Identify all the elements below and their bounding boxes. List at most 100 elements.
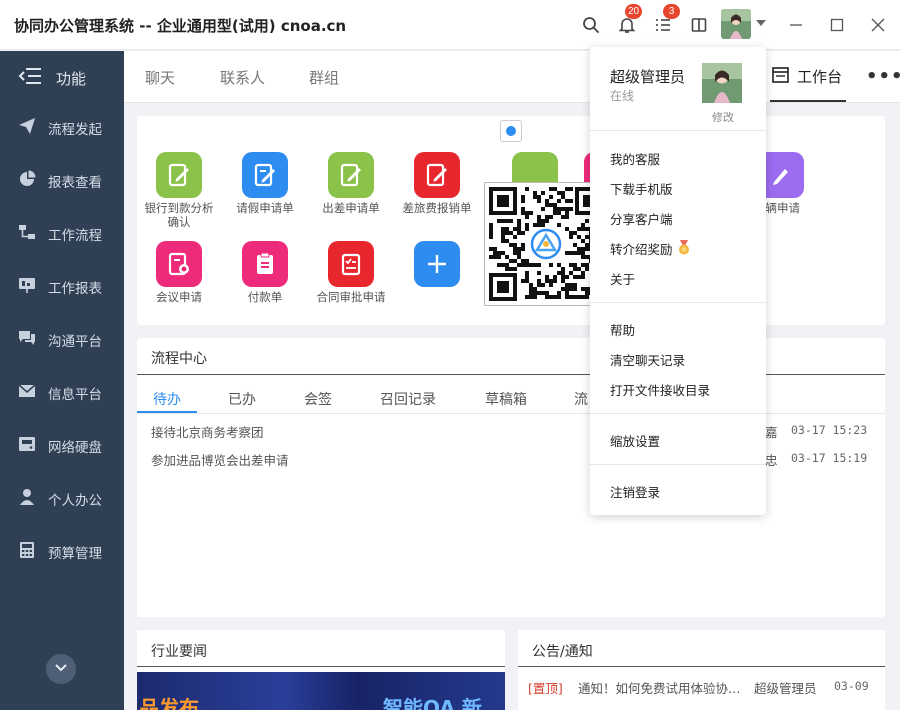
checklist-icon — [328, 241, 374, 287]
menu-item-download-mobile[interactable]: 下载手机版 — [610, 179, 673, 198]
minimize-button[interactable] — [784, 13, 808, 37]
close-button[interactable] — [866, 13, 890, 37]
app-label: 差旅费报销单 — [402, 201, 472, 215]
search-icon[interactable] — [579, 13, 603, 37]
divider — [137, 413, 885, 414]
sidebar-item-label: 流程发起 — [48, 122, 102, 138]
menu-item-help[interactable]: 帮助 — [610, 320, 635, 339]
app-label: 会议申请 — [156, 290, 202, 304]
banner-text: 智能OA 新 — [383, 696, 482, 710]
tab-drafts[interactable]: 草稿箱 — [485, 389, 527, 409]
menu-item-referral-reward[interactable]: 转介绍奖励 — [610, 239, 691, 258]
process-title: 参加进品博览会出差申请 — [151, 453, 289, 468]
menu-item-customer-service[interactable]: 我的客服 — [610, 149, 660, 168]
tab-chat[interactable]: 聊天 — [145, 67, 175, 88]
sidebar-header[interactable]: 功能 — [0, 51, 124, 105]
app-bank-receipt[interactable]: 银行到款分析确认 — [144, 152, 214, 229]
sidebar-item-label: 报表查看 — [48, 175, 102, 191]
user-name: 超级管理员 — [610, 68, 686, 86]
user-icon — [18, 488, 36, 510]
tab-groups[interactable]: 群组 — [309, 67, 339, 88]
app-meeting-request[interactable]: 会议申请 — [144, 241, 214, 304]
board-icon — [18, 276, 36, 298]
sidebar-item-label: 工作报表 — [48, 281, 102, 297]
tab-recall-records[interactable]: 召回记录 — [380, 389, 436, 409]
add-app-button[interactable] — [402, 241, 472, 287]
sidebar-expand-button[interactable] — [46, 654, 76, 684]
tab-contacts[interactable]: 联系人 — [220, 67, 265, 88]
sidebar-item-communication[interactable]: 沟通平台 — [0, 320, 124, 360]
user-avatar[interactable] — [721, 9, 751, 39]
news-banner[interactable]: 品发布 智能OA 新 — [137, 672, 505, 710]
sidebar-item-personal-office[interactable]: 个人办公 — [0, 479, 124, 519]
sidebar-item-information[interactable]: 信息平台 — [0, 373, 124, 413]
tab-todo[interactable]: 待办 — [153, 389, 181, 409]
news-title: 行业要闻 — [151, 644, 207, 660]
edit-form-icon — [328, 152, 374, 198]
banner-text: 品发布 — [139, 696, 199, 710]
divider — [590, 302, 766, 303]
app-title: 协同办公管理系统 -- 企业通用型(试用) cnoa.cn — [14, 17, 347, 35]
sidebar-item-workflow[interactable]: 工作流程 — [0, 214, 124, 254]
menu-item-logout[interactable]: 注销登录 — [610, 482, 660, 501]
sidebar-item-label: 网络硬盘 — [48, 440, 102, 456]
sidebar-item-label: 沟通平台 — [48, 334, 102, 350]
notice-author: 超级管理员 — [754, 681, 817, 696]
user-status: 在线 — [610, 89, 635, 103]
sidebar-item-label: 信息平台 — [48, 387, 102, 403]
divider — [590, 413, 766, 414]
tasks-badge: 3 — [663, 4, 680, 19]
active-tab-indicator — [770, 100, 846, 102]
workflow-icon — [18, 223, 36, 245]
tab-workbench[interactable]: 工作台 — [772, 66, 842, 87]
edit-form-icon — [414, 152, 460, 198]
user-avatar-large[interactable] — [702, 63, 742, 103]
tab-done[interactable]: 已办 — [228, 389, 256, 409]
divider — [137, 374, 885, 375]
book-icon[interactable] — [687, 13, 711, 37]
app-travel-expense[interactable]: 差旅费报销单 — [402, 152, 472, 215]
app-leave-request[interactable]: 请假申请单 — [230, 152, 300, 215]
app-label: 合同审批申请 — [316, 290, 386, 304]
send-icon — [18, 117, 36, 139]
more-icon[interactable]: ••• — [866, 66, 900, 87]
page-indicator[interactable] — [500, 120, 522, 142]
sidebar-item-budget[interactable]: 预算管理 — [0, 532, 124, 572]
medal-icon — [677, 239, 691, 258]
sidebar-item-process-start[interactable]: 流程发起 — [0, 108, 124, 148]
tab-workbench-label: 工作台 — [797, 68, 843, 86]
sidebar-item-reports-view[interactable]: 报表查看 — [0, 161, 124, 201]
clipboard-icon — [242, 241, 288, 287]
tab-process-more[interactable]: 流 — [574, 389, 588, 409]
menu-item-share-client[interactable]: 分享客户端 — [610, 209, 673, 228]
tab-countersign[interactable]: 会签 — [304, 389, 332, 409]
menu-item-about[interactable]: 关于 — [610, 269, 635, 288]
app-label: 银行到款分析确认 — [144, 201, 214, 229]
process-center-panel: 流程中心 待办 已办 会签 召回记录 草稿箱 流 接待北京商务考察团 嘉 03-… — [137, 338, 885, 617]
app-payment[interactable]: 付款单 — [230, 241, 300, 304]
app-business-trip[interactable]: 出差申请单 — [316, 152, 386, 215]
menu-item-zoom-settings[interactable]: 缩放设置 — [610, 431, 660, 450]
notice-text: 通知！如何免费试用体验协同办公 — [578, 681, 748, 696]
task-list-icon[interactable]: 3 — [651, 4, 680, 37]
sidebar-item-network-disk[interactable]: 网络硬盘 — [0, 426, 124, 466]
process-center-title: 流程中心 — [151, 351, 207, 367]
edit-profile-link[interactable]: 修改 — [712, 109, 734, 125]
maximize-button[interactable] — [825, 13, 849, 37]
sidebar-item-work-reports[interactable]: 工作报表 — [0, 267, 124, 307]
app-contract-approval[interactable]: 合同审批申请 — [316, 241, 386, 304]
disk-icon — [18, 435, 36, 457]
meeting-form-icon — [156, 241, 202, 287]
pinned-tag: [置顶] — [528, 681, 563, 696]
notifications-bell-icon[interactable]: 20 — [615, 4, 643, 37]
calculator-icon — [18, 541, 36, 563]
divider — [590, 464, 766, 465]
app-label: 请假申请单 — [236, 201, 294, 215]
chevron-down-icon[interactable] — [756, 20, 766, 26]
menu-item-open-file-folder[interactable]: 打开文件接收目录 — [610, 380, 710, 399]
user-dropdown-menu: 超级管理员 在线 修改 我的客服 下载手机版 分享客户端 转介绍奖励 关于 帮助… — [590, 47, 766, 515]
menu-item-clear-chat[interactable]: 清空聊天记录 — [610, 350, 685, 369]
process-title: 接待北京商务考察团 — [151, 425, 264, 440]
process-user: 嘉 — [765, 425, 778, 440]
pie-chart-icon — [18, 170, 36, 192]
